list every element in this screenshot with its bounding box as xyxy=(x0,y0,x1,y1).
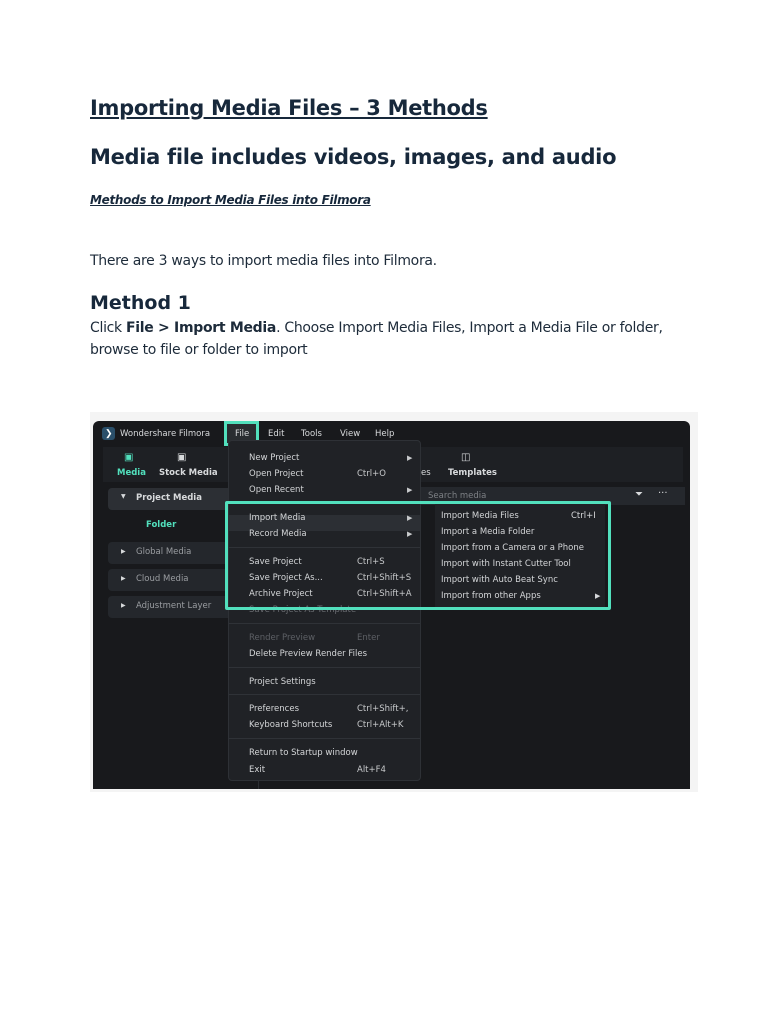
method-text-line2: browse to file or folder to import xyxy=(90,342,308,358)
menu-tools[interactable]: Tools xyxy=(301,429,322,439)
method-bold: File > Import Media xyxy=(126,320,277,336)
method-text: Click File > Import Media. Choose Import… xyxy=(90,320,663,336)
tab-media[interactable]: Media xyxy=(117,468,146,478)
menu-item-shortcut: Ctrl+Alt+K xyxy=(357,720,404,730)
menu-separator xyxy=(229,694,420,695)
menu-item-label: Exit xyxy=(249,765,266,775)
file-menu-item[interactable]: Preferences Ctrl+Shift+, xyxy=(229,701,420,716)
menu-help[interactable]: Help xyxy=(375,429,394,439)
method-rest: . Choose Import Media Files, Import a Me… xyxy=(276,320,663,336)
submenu-arrow-icon: ▶ xyxy=(407,454,413,462)
page-title: Importing Media Files – 3 Methods xyxy=(90,96,488,120)
intro-text: There are 3 ways to import media files i… xyxy=(90,253,437,269)
filmora-window: ❯ Wondershare Filmora File Edit Tools Vi… xyxy=(93,421,690,789)
menu-item-label: Keyboard Shortcuts xyxy=(249,720,333,730)
menu-item-label: Delete Preview Render Files xyxy=(249,649,368,659)
filmora-logo-icon: ❯ xyxy=(102,427,115,440)
menu-item-label: Open Project xyxy=(249,469,304,479)
menu-separator xyxy=(229,738,420,739)
menu-item-label: Open Recent xyxy=(249,485,304,495)
app-name: Wondershare Filmora xyxy=(120,429,211,439)
import-highlight-box xyxy=(225,501,611,610)
sidebar-global-media-label: Global Media xyxy=(136,547,192,557)
search-input[interactable]: Search media xyxy=(428,491,486,501)
section-link[interactable]: Methods to Import Media Files into Filmo… xyxy=(90,193,371,207)
sidebar-folder[interactable]: Folder xyxy=(146,520,176,530)
menu-item-shortcut: Alt+F4 xyxy=(357,765,386,775)
file-menu-item[interactable]: Open Project Ctrl+O xyxy=(229,466,420,481)
sidebar-project-media-label: Project Media xyxy=(136,493,202,503)
file-menu-item[interactable]: Open Recent ▶ xyxy=(229,482,420,497)
method-prefix: Click xyxy=(90,320,127,336)
templates-icon: ◫ xyxy=(461,452,471,463)
menu-separator xyxy=(229,667,420,668)
tab-templates[interactable]: Templates xyxy=(448,468,497,478)
sidebar-cloud-media-label: Cloud Media xyxy=(136,574,189,584)
tab-stock-media[interactable]: Stock Media xyxy=(159,468,218,478)
more-icon[interactable]: ··· xyxy=(658,488,668,499)
menu-item-shortcut: Ctrl+Shift+, xyxy=(357,704,409,714)
menu-file[interactable]: File xyxy=(235,429,249,439)
file-menu-item[interactable]: Return to Startup window xyxy=(229,745,420,760)
file-menu-item[interactable]: Delete Preview Render Files xyxy=(229,646,420,661)
submenu-arrow-icon: ▶ xyxy=(407,486,413,494)
tab-partial-es[interactable]: es xyxy=(421,468,431,478)
menu-edit[interactable]: Edit xyxy=(268,429,284,439)
method-heading: Method 1 xyxy=(90,292,191,314)
file-menu: New Project ▶ Open Project Ctrl+O Open Recen… xyxy=(228,440,421,781)
menu-item-label: Return to Startup window xyxy=(249,748,358,758)
menu-item-label: New Project xyxy=(249,453,300,463)
file-menu-item[interactable]: Exit Alt+F4 xyxy=(229,762,420,777)
menu-item-label: Render Preview xyxy=(249,633,316,643)
menu-item-shortcut: Enter xyxy=(357,633,380,643)
menu-item-shortcut: Ctrl+O xyxy=(357,469,386,479)
file-menu-item[interactable]: Render Preview Enter xyxy=(229,630,420,645)
filter-icon[interactable]: ⏷ xyxy=(635,489,643,500)
menu-item-label: Preferences xyxy=(249,704,299,714)
file-menu-item[interactable]: New Project ▶ xyxy=(229,450,420,465)
menu-separator xyxy=(229,623,420,624)
sidebar-adjustment-layer-label: Adjustment Layer xyxy=(136,601,212,611)
stock-media-icon: ▣ xyxy=(177,452,187,463)
media-icon: ▣ xyxy=(124,452,134,463)
menu-item-label: Project Settings xyxy=(249,677,316,687)
file-menu-item[interactable]: Keyboard Shortcuts Ctrl+Alt+K xyxy=(229,717,420,732)
subtitle: Media file includes videos, images, and … xyxy=(90,145,617,169)
menu-view[interactable]: View xyxy=(340,429,360,439)
file-menu-item[interactable]: Project Settings xyxy=(229,674,420,689)
